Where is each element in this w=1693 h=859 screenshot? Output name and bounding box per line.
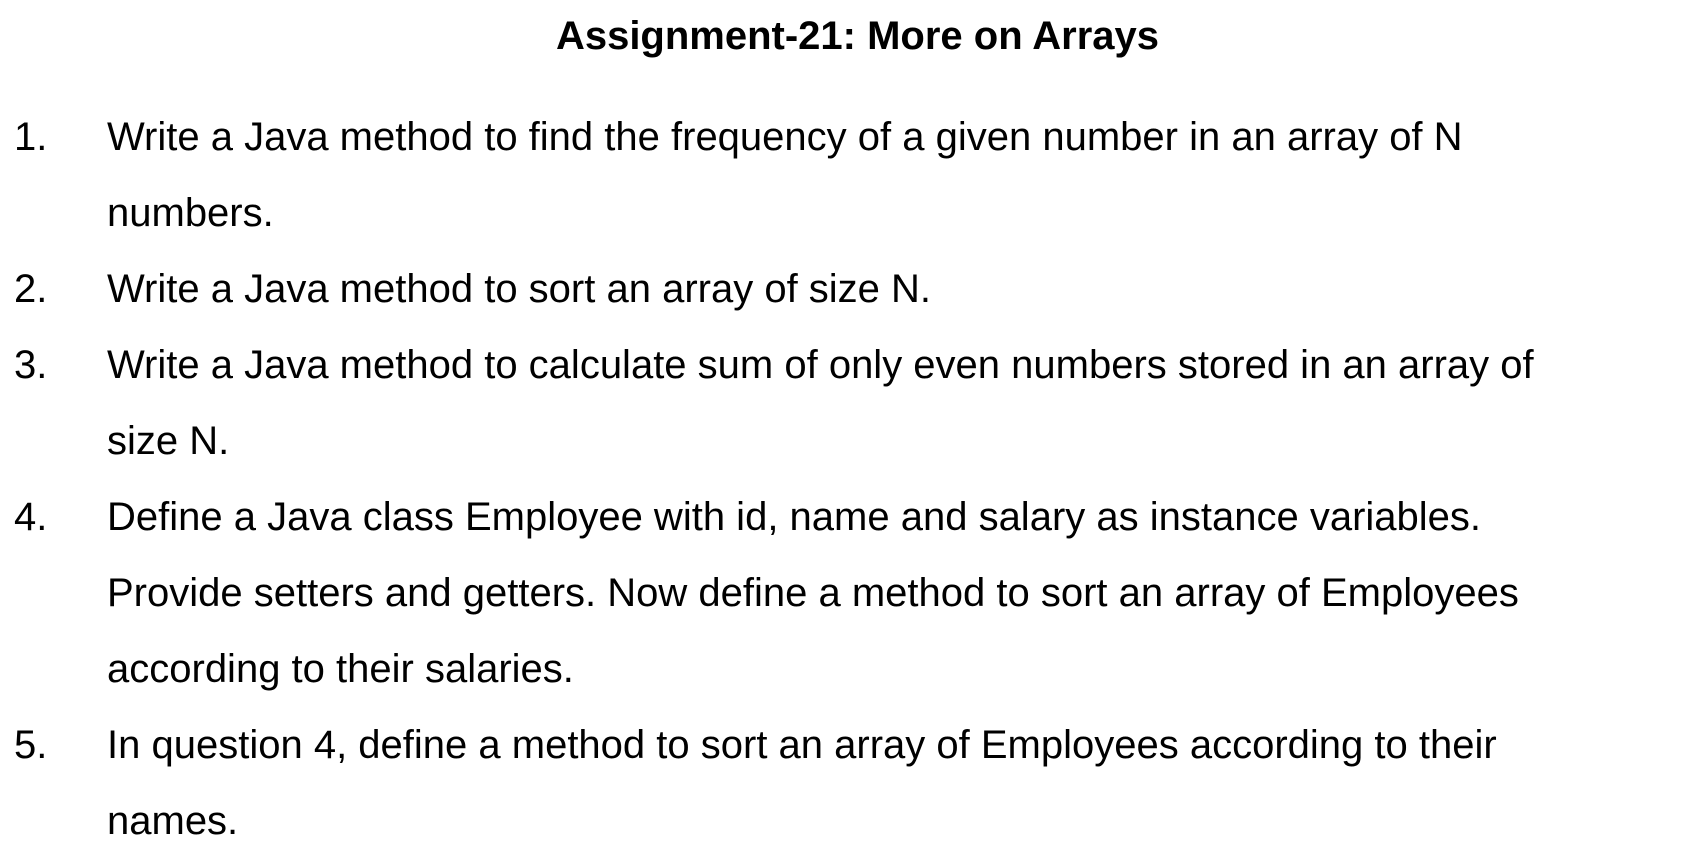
question-item-2: 2. Write a Java method to sort an array … [14,251,1684,327]
question-number: 2. [14,267,48,311]
question-text: Write a Java method to sort an array of … [107,251,1693,327]
question-text: Write a Java method to calculate sum of … [107,327,1693,479]
question-number: 1. [14,115,48,159]
question-line: Write a Java method to calculate sum of … [107,343,1534,387]
question-text: Define a Java class Employee with id, na… [107,479,1693,707]
question-number: 4. [14,495,48,539]
assignment-page: Assignment-21: More on Arrays 1. Write a… [0,0,1693,849]
assignment-title: Assignment-21: More on Arrays [555,14,1160,58]
question-list: 1. Write a Java method to find the frequ… [14,99,1684,859]
question-line: Define a Java class Employee with id, na… [107,495,1482,539]
question-number: 3. [14,343,48,387]
question-line: Provide setters and getters. Now define … [107,571,1519,615]
question-number: 5. [14,723,48,767]
question-line: In question 4, define a method to sort a… [107,723,1497,767]
question-item-4: 4. Define a Java class Employee with id,… [14,479,1684,707]
question-text: Write a Java method to find the frequenc… [107,99,1693,251]
question-line: size N. [107,419,230,463]
question-line: Write a Java method to find the frequenc… [107,115,1463,159]
question-item-1: 1. Write a Java method to find the frequ… [14,99,1684,251]
question-line: names. [107,799,239,843]
question-line: according to their salaries. [107,647,574,691]
question-line: numbers. [107,191,274,235]
question-item-3: 3. Write a Java method to calculate sum … [14,327,1684,479]
question-item-5: 5. In question 4, define a method to sor… [14,707,1684,859]
question-text: In question 4, define a method to sort a… [107,707,1693,859]
question-line: Write a Java method to sort an array of … [107,267,932,311]
